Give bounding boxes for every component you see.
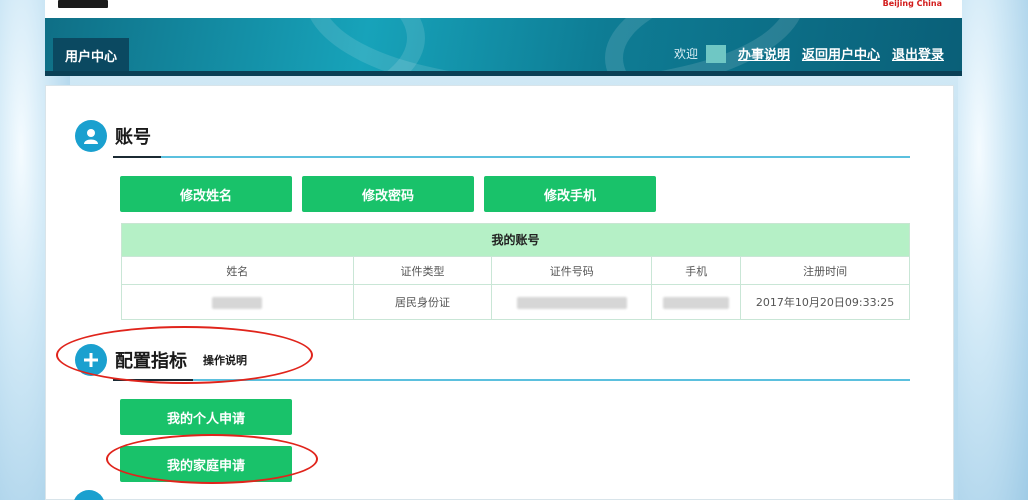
column-header-registered: 注册时间 <box>740 256 910 285</box>
welcome-text: 欢迎 <box>673 47 698 61</box>
column-header-name: 姓名 <box>121 256 354 285</box>
username-block <box>705 44 726 63</box>
user-icon <box>75 120 107 152</box>
logout-link[interactable]: 退出登录 <box>892 44 944 63</box>
top-right-logo-text: Beijing China <box>882 0 942 8</box>
site-logo <box>58 0 108 8</box>
annotation-circle-family <box>106 434 318 484</box>
annotation-circle-config <box>56 326 313 384</box>
account-table-caption: 我的账号 <box>121 223 910 256</box>
redacted-name <box>212 296 263 309</box>
section-underline-accent <box>113 156 161 158</box>
background-right <box>958 0 1028 500</box>
account-section-title: 账号 <box>115 127 151 148</box>
my-personal-application-button[interactable]: 我的个人申请 <box>120 399 292 435</box>
account-table: 我的账号 姓名 证件类型 证件号码 手机 注册时间 居民身份证 2017年10月… <box>121 223 910 320</box>
section-underline <box>193 379 910 381</box>
cell-phone <box>651 284 742 320</box>
cell-name <box>121 284 354 320</box>
edit-name-button[interactable]: 修改姓名 <box>120 176 292 212</box>
column-header-phone: 手机 <box>651 256 742 285</box>
user-center-tab[interactable]: 用户中心 <box>53 38 129 72</box>
table-row: 居民身份证 2017年10月20日09:33:25 <box>121 284 910 320</box>
column-header-id-type: 证件类型 <box>352 256 493 285</box>
top-strip <box>45 0 962 18</box>
redacted-phone <box>663 296 730 309</box>
header-bottom-bar <box>45 71 962 76</box>
change-password-button[interactable]: 修改密码 <box>302 176 474 212</box>
cell-id-number <box>491 284 653 320</box>
cell-id-type: 居民身份证 <box>352 284 493 320</box>
account-section-header: 账号 <box>75 120 151 152</box>
section-underline <box>161 156 910 158</box>
header-nav: 欢迎 办事说明 返回用户中心 退出登录 <box>674 44 944 63</box>
change-phone-button[interactable]: 修改手机 <box>484 176 656 212</box>
main-panel: 账号 修改姓名 修改密码 修改手机 我的账号 姓名 证件类型 证件号码 手机 注… <box>45 85 954 500</box>
table-header-row: 姓名 证件类型 证件号码 手机 注册时间 <box>121 256 910 285</box>
redacted-id-number <box>516 296 627 309</box>
page-header: 用户中心 欢迎 办事说明 返回用户中心 退出登录 <box>45 18 962 76</box>
cell-registered-at: 2017年10月20日09:33:25 <box>740 284 910 320</box>
column-header-id-number: 证件号码 <box>491 256 653 285</box>
back-to-user-center-link[interactable]: 返回用户中心 <box>802 44 880 63</box>
guide-link[interactable]: 办事说明 <box>738 44 790 63</box>
